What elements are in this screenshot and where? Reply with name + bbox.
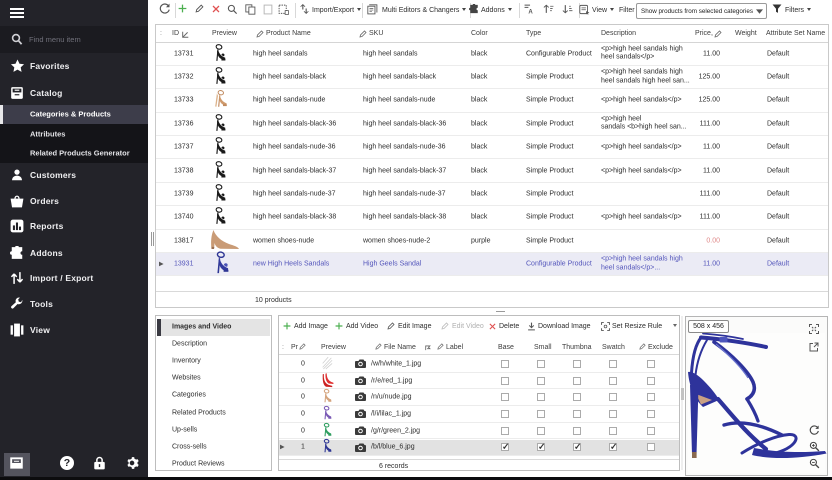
svg-text:A: A [528,9,533,14]
